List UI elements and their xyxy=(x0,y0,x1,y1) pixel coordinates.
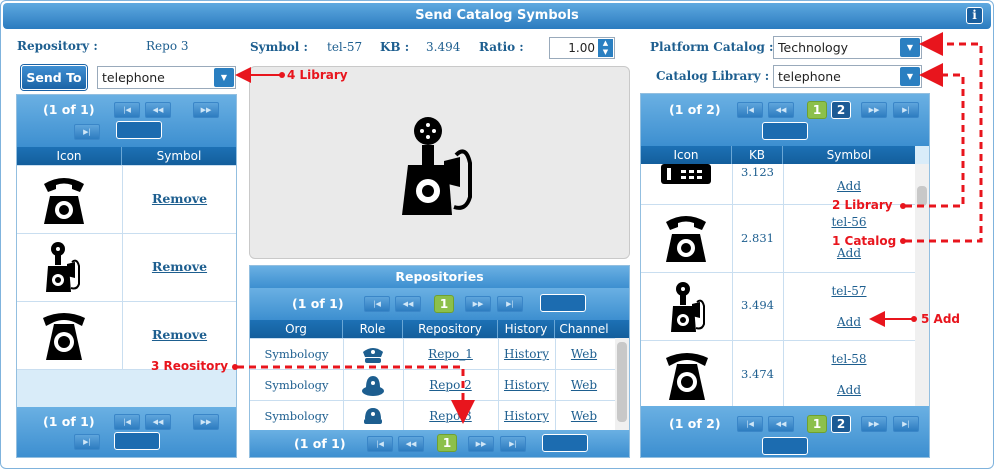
annotation-library: 4 Library xyxy=(287,68,348,82)
send-catalog-window: Send Catalog Symbols i Repository : Repo… xyxy=(0,0,994,469)
annotation-repository: 3 Reository xyxy=(151,359,229,373)
annotation-add: 5 Add xyxy=(921,312,960,326)
annotation-catalog: 1 Catalog xyxy=(832,234,897,248)
annotation-library-2: 2 Library xyxy=(832,198,893,212)
